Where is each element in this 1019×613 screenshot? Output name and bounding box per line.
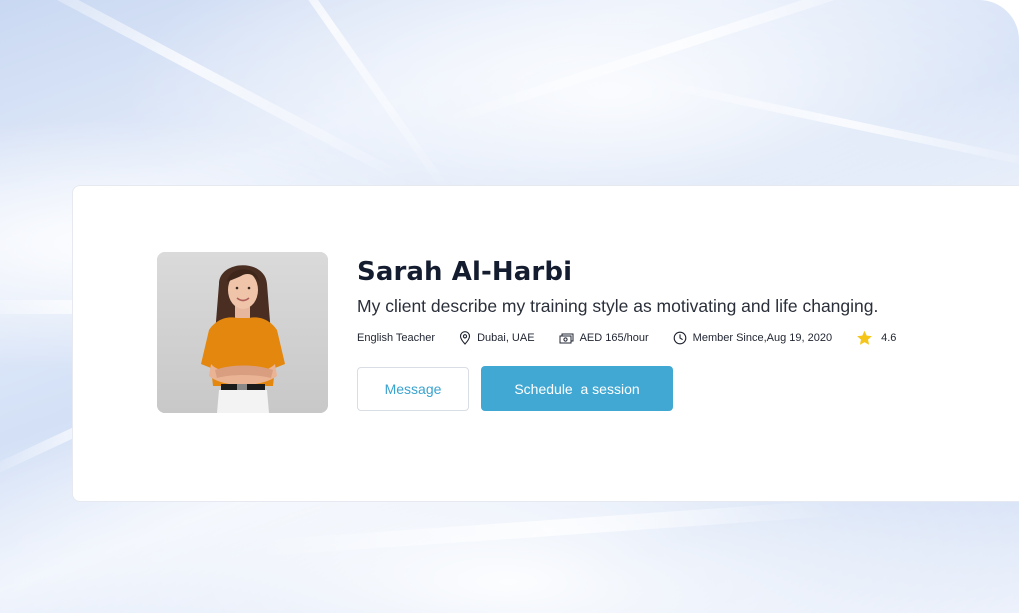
star-icon [857,330,872,345]
rate-text: AED 165/hour [579,332,649,344]
clock-icon [673,331,687,345]
message-button[interactable]: Message [357,366,469,411]
profile-meta: English Teacher Dubai, UAE AED 165/hour … [357,329,997,347]
meta-rate: AED 165/hour [559,332,649,344]
action-buttons: Message Schedule a session [357,366,997,411]
rating-value: 4.6 [881,332,897,344]
light-streak [643,76,1019,172]
profile-card: Sarah Al-Harbi My client describe my tra… [72,185,1019,502]
background-frame: Sarah Al-Harbi My client describe my tra… [0,0,1019,613]
light-streak [0,0,414,187]
location-text: Dubai, UAE [477,332,535,344]
member-since-text: Member Since,Aug 19, 2020 [692,332,833,344]
light-streak [431,0,929,131]
money-icon [559,333,574,344]
profile-info: Sarah Al-Harbi My client describe my tra… [357,256,997,411]
meta-role: English Teacher [357,332,435,344]
light-streak [250,499,850,557]
schedule-session-button[interactable]: Schedule a session [481,366,673,411]
meta-location: Dubai, UAE [459,331,535,345]
meta-member-since: Member Since,Aug 19, 2020 [673,331,832,345]
location-pin-icon [460,331,471,345]
role-text: English Teacher [357,332,436,344]
profile-photo [157,252,328,413]
meta-rating: 4.6 [856,330,896,346]
profile-tagline: My client describe my training style as … [357,296,879,316]
profile-name: Sarah Al-Harbi [357,257,573,287]
